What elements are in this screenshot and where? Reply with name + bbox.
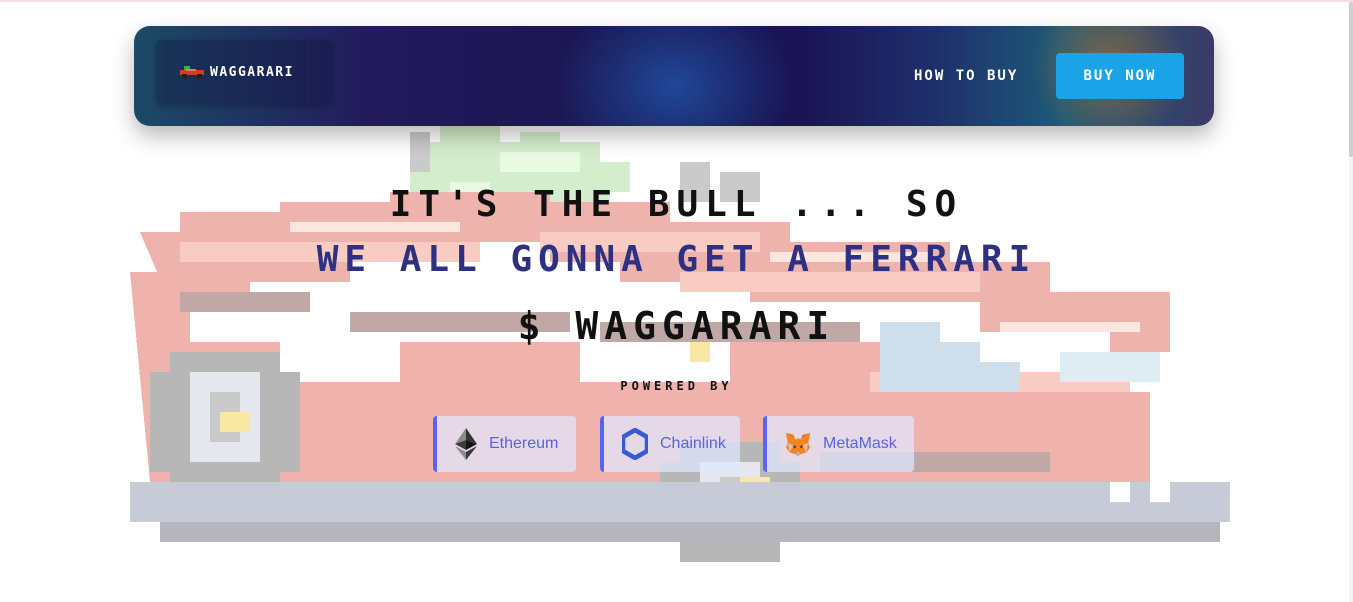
chainlink-icon	[622, 428, 648, 460]
buy-now-button[interactable]: BUY NOW	[1056, 53, 1184, 99]
hero-headline-line2: WE ALL GONNA GET A FERRARI	[316, 239, 1037, 280]
metamask-icon	[785, 428, 811, 460]
token-ticker: $ WAGGARARI	[517, 304, 836, 348]
how-to-buy-link[interactable]: HOW TO BUY	[914, 68, 1018, 84]
partner-label: Ethereum	[489, 435, 559, 452]
partner-label: MetaMask	[823, 435, 897, 452]
partner-label: Chainlink	[660, 435, 726, 452]
car-icon	[180, 66, 204, 79]
brand-logo-link[interactable]: WAGGARARI	[156, 40, 332, 104]
powered-by-label: POWERED BY	[620, 379, 733, 393]
partner-ethereum[interactable]: Ethereum	[433, 416, 576, 472]
partner-metamask[interactable]: MetaMask	[763, 416, 914, 472]
brand-name: WAGGARARI	[210, 64, 294, 80]
ethereum-icon	[455, 428, 477, 460]
navbar: WAGGARARI HOW TO BUY BUY NOW	[134, 26, 1214, 126]
partner-chainlink[interactable]: Chainlink	[600, 416, 740, 472]
scrollbar-thumb[interactable]	[1349, 2, 1353, 157]
hero-headline-line1: IT'S THE BULL ... SO	[389, 184, 964, 225]
